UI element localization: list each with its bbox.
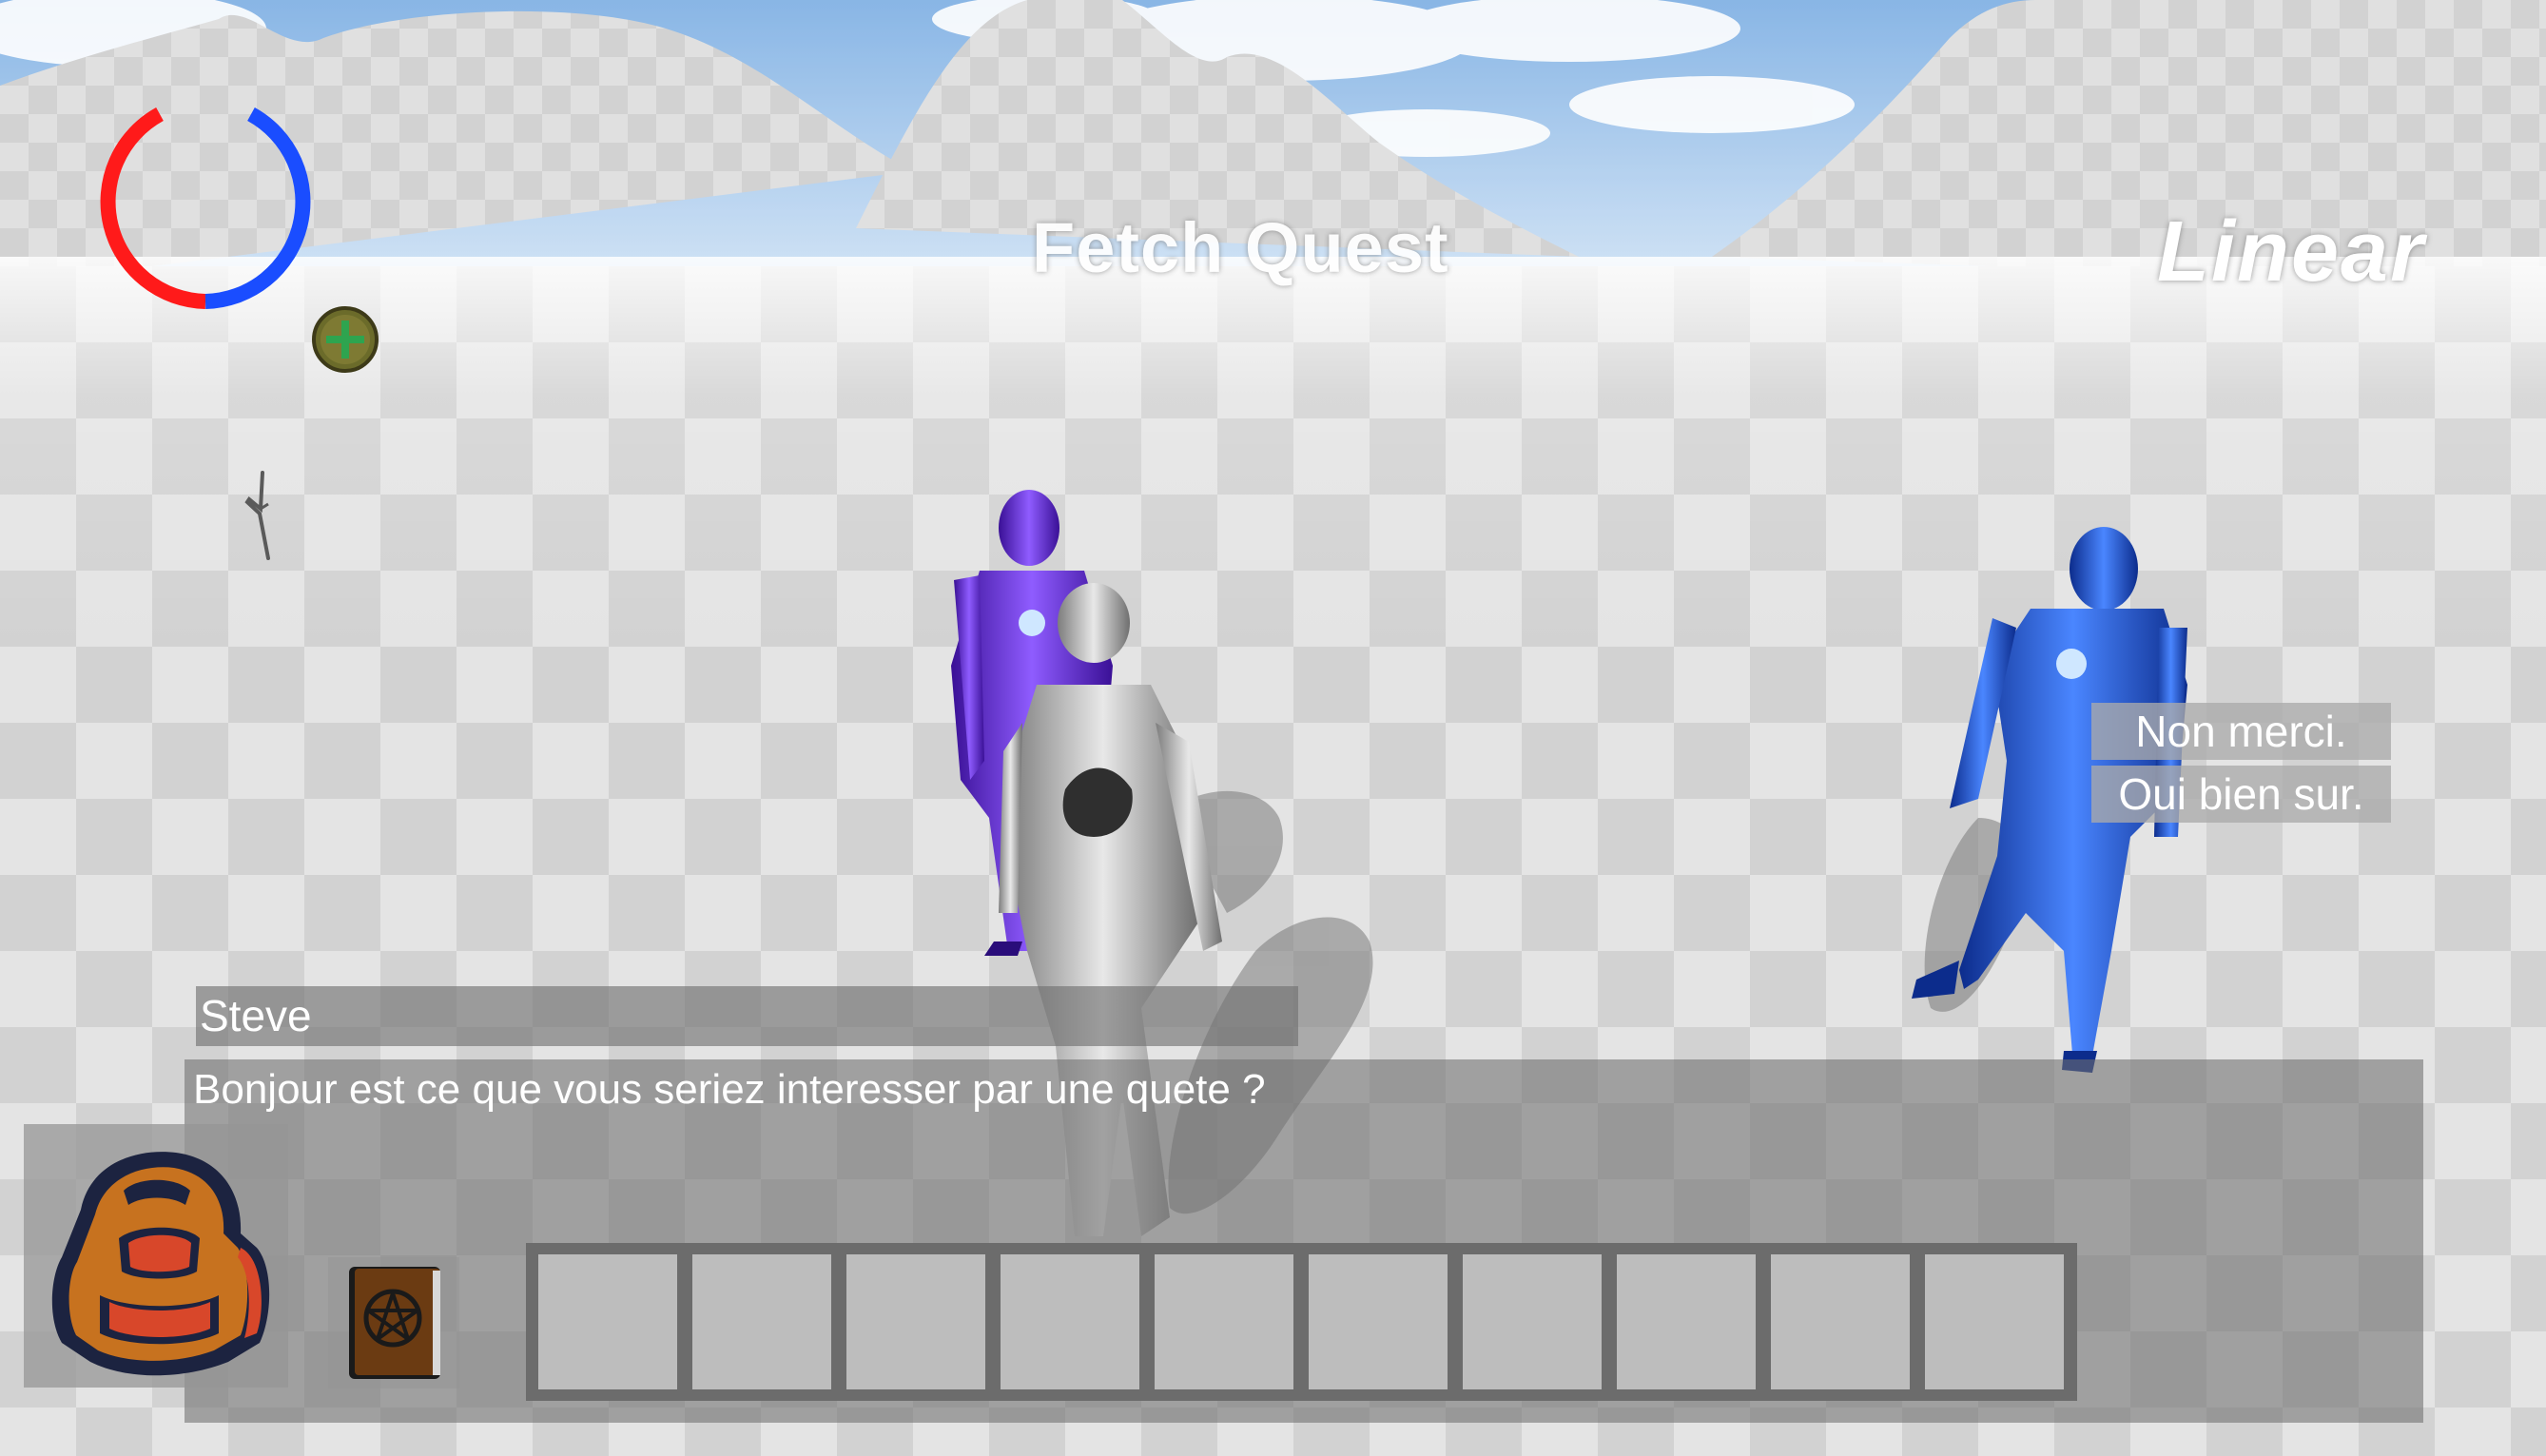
hotbar-slot-1[interactable] [538,1254,677,1389]
speaker-name: Steve [200,991,312,1040]
hotbar-slot-5[interactable] [1155,1254,1293,1389]
hotbar-slot-6[interactable] [1309,1254,1448,1389]
hotbar-slot-7[interactable] [1463,1254,1602,1389]
choice-yes-button[interactable]: Oui bien sur. [2091,766,2391,823]
backpack-button[interactable] [24,1124,288,1388]
hotbar-slot-9[interactable] [1771,1254,1910,1389]
speaker-bar [196,986,1298,1046]
hotbar-slot-8[interactable] [1617,1254,1756,1389]
choice-no-button[interactable]: Non merci. [2091,703,2391,760]
hotbar-slot-3[interactable] [846,1254,985,1389]
hotbar-slot-10[interactable] [1925,1254,2064,1389]
fetch-quest-label: Fetch Quest [1032,208,1449,287]
plus-circle-icon[interactable] [310,304,380,375]
hotbar-slot-4[interactable] [1001,1254,1139,1389]
circular-health-ring-icon [100,107,311,309]
dialog-text: Bonjour est ce que vous seriez interesse… [193,1066,1266,1113]
hotbar [526,1243,2077,1401]
game-viewport[interactable]: Fetch Quest Linear Non merci. Oui bien s… [0,0,2546,1456]
backpack-icon [51,1152,270,1376]
linear-label: Linear [2157,204,2426,300]
spellbook-icon [349,1267,440,1379]
stick-icon [244,471,270,560]
spellbook-button[interactable] [328,1257,459,1388]
hotbar-slot-2[interactable] [692,1254,831,1389]
